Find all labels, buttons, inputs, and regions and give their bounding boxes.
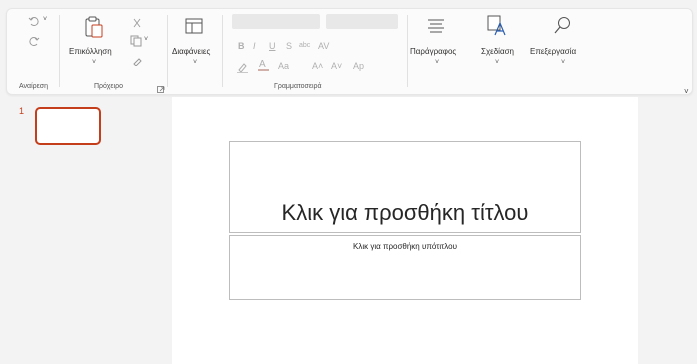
layout-icon[interactable]: [185, 18, 203, 39]
editing-dropdown-icon[interactable]: ˅: [561, 59, 565, 66]
clipboard-group-label: Πρόχειρο: [94, 83, 123, 90]
undo-dropdown-icon[interactable]: ˅: [43, 16, 47, 23]
separator: [167, 15, 168, 87]
bold-button[interactable]: B: [238, 41, 245, 51]
title-placeholder-text: Κλικ για προσθήκη τίτλου: [281, 200, 529, 225]
drawing-dropdown-icon[interactable]: ˅: [495, 59, 499, 66]
paste-button[interactable]: Επικόλληση: [69, 47, 112, 56]
separator: [59, 15, 60, 87]
paragraph-icon[interactable]: [427, 17, 445, 40]
paragraph-dropdown-icon[interactable]: ˅: [435, 59, 439, 66]
layout-button[interactable]: Διαφάνειες: [172, 47, 210, 56]
font-name-box[interactable]: [232, 14, 320, 29]
separator: [407, 15, 408, 87]
shrink-font-button[interactable]: A˅: [331, 61, 342, 71]
ribbon-display-options-chevron-icon[interactable]: ˅: [684, 87, 689, 96]
undo-group-label: Αναίρεση: [19, 83, 48, 90]
change-case-button[interactable]: Aa: [278, 61, 289, 71]
drawing-button[interactable]: Σχεδίαση: [481, 47, 514, 56]
clear-formatting-button[interactable]: Ap: [353, 61, 364, 71]
slide-thumbnail[interactable]: [35, 107, 101, 145]
character-spacing-button[interactable]: AV: [318, 41, 329, 51]
subtitle-placeholder[interactable]: Κλικ για προσθήκη υπότιτλου: [229, 235, 581, 300]
paragraph-button[interactable]: Παράγραφος: [410, 47, 456, 56]
copy-dropdown-icon[interactable]: ˅: [144, 36, 148, 43]
font-group-label: Γραμματοσειρά: [274, 83, 322, 90]
strikethrough-button[interactable]: S: [286, 41, 292, 51]
cut-icon[interactable]: [132, 15, 142, 33]
shadow-button[interactable]: abc: [299, 42, 310, 49]
grow-font-button[interactable]: A˄: [312, 61, 323, 71]
italic-button[interactable]: I: [253, 41, 256, 51]
separator: [222, 15, 223, 87]
ribbon: ˅ Αναίρεση Επικόλληση ˅ ˅ Πρόχειρο Διαφά…: [6, 8, 693, 96]
font-color-icon[interactable]: A: [258, 58, 269, 76]
slide-thumbnail-number: 1: [19, 106, 25, 116]
format-painter-icon[interactable]: [132, 53, 142, 71]
title-placeholder[interactable]: Κλικ για προσθήκη τίτλου: [229, 141, 581, 233]
layout-dropdown-icon[interactable]: ˅: [193, 59, 197, 66]
paste-dropdown-icon[interactable]: ˅: [92, 59, 96, 66]
underline-button[interactable]: U: [269, 41, 276, 51]
svg-text:A: A: [259, 59, 266, 70]
font-size-box[interactable]: [326, 14, 398, 29]
editing-button[interactable]: Επεξεργασία: [530, 47, 576, 56]
search-icon[interactable]: [554, 16, 572, 39]
redo-icon[interactable]: [28, 34, 40, 52]
copy-icon[interactable]: [130, 34, 142, 52]
subtitle-placeholder-text: Κλικ για προσθήκη υπότιτλου: [352, 242, 458, 251]
highlight-icon[interactable]: [237, 60, 248, 78]
drawing-icon[interactable]: [487, 15, 507, 42]
undo-icon[interactable]: [28, 14, 40, 32]
paste-icon[interactable]: [84, 15, 104, 44]
